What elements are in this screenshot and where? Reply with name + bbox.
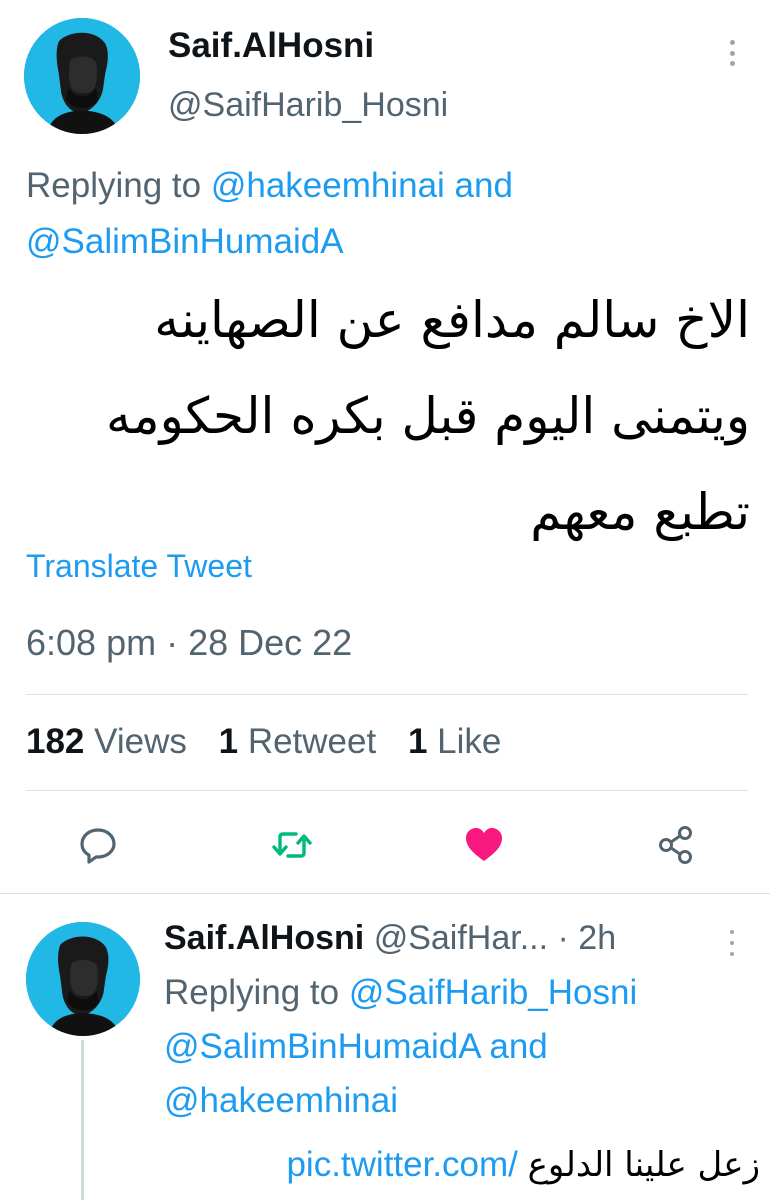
likes-label: Like bbox=[437, 722, 502, 761]
reply-tweet-text: pic.twitter.com/ زعل علينا الدلوع bbox=[150, 1140, 760, 1190]
tweet-timestamp[interactable]: 6:08 pm · 28 Dec 22 bbox=[26, 622, 352, 664]
dot bbox=[729, 61, 735, 66]
views-stat[interactable]: 182 Views bbox=[26, 722, 187, 761]
tweet-text: الاخ سالم مدافع عن الصهاينه ويتمنى اليوم… bbox=[20, 272, 750, 560]
divider bbox=[26, 694, 748, 695]
views-count: 182 bbox=[26, 722, 85, 761]
thread-line bbox=[81, 1040, 84, 1200]
retweet-icon[interactable] bbox=[270, 823, 314, 867]
mention-salimbinhumaida[interactable]: @SalimBinHumaidA bbox=[164, 1027, 480, 1066]
more-options-icon[interactable] bbox=[718, 36, 746, 70]
tweet-detail-page: Saif.AlHosni @SaifHarib_Hosni Replying t… bbox=[0, 0, 770, 1200]
replying-to: Replying to @SaifHarib_Hosni @SalimBinHu… bbox=[164, 966, 754, 1128]
likes-stat[interactable]: 1 Like bbox=[408, 722, 501, 761]
tweet-stats: 182 Views 1 Retweet 1 Like bbox=[26, 722, 523, 762]
tweet-text-line: تطبع معهم bbox=[530, 483, 750, 541]
retweets-stat[interactable]: 1 Retweet bbox=[219, 722, 377, 761]
reply-icon[interactable] bbox=[76, 823, 120, 867]
avatar-image bbox=[26, 922, 140, 1036]
mention-saifharib-hosni[interactable]: @SaifHarib_Hosni bbox=[349, 973, 637, 1012]
reply-arabic-text: زعل علينا الدلوع bbox=[527, 1145, 760, 1185]
reply-time-separator: · bbox=[548, 919, 579, 957]
dot bbox=[730, 941, 734, 945]
tweet-text-line: الاخ سالم مدافع عن الصهاينه bbox=[154, 291, 750, 349]
avatar[interactable] bbox=[26, 922, 140, 1036]
share-icon[interactable] bbox=[654, 823, 698, 867]
likes-count: 1 bbox=[407, 722, 428, 761]
reply-header: Saif.AlHosni @SaifHar... · 2h bbox=[164, 916, 724, 960]
mention-salimbinhumaida[interactable]: @SalimBinHumaidA bbox=[26, 222, 344, 261]
dot bbox=[729, 40, 735, 45]
dot bbox=[729, 50, 735, 56]
pic-link[interactable]: pic.twitter.com/ bbox=[286, 1145, 517, 1184]
like-heart-icon[interactable] bbox=[462, 823, 506, 867]
author-handle[interactable]: @SaifHarib_Hosni bbox=[168, 86, 448, 125]
replying-prefix: Replying to bbox=[26, 166, 211, 205]
translate-tweet-link[interactable]: Translate Tweet bbox=[26, 548, 252, 585]
tweet-text-line: ويتمنى اليوم قبل بكره الحكومه bbox=[106, 387, 750, 445]
views-label: Views bbox=[94, 722, 187, 761]
replying-prefix: Replying to bbox=[164, 973, 349, 1012]
divider bbox=[26, 790, 748, 791]
author-name[interactable]: Saif.AlHosni bbox=[168, 26, 374, 66]
reply-author-handle[interactable]: @SaifHar... bbox=[374, 919, 548, 957]
retweets-count: 1 bbox=[218, 722, 239, 761]
reply-tweet[interactable]: Saif.AlHosni @SaifHar... · 2h Replying t… bbox=[0, 894, 770, 1200]
reply-time[interactable]: 2h bbox=[578, 919, 616, 957]
more-options-icon[interactable] bbox=[722, 928, 742, 958]
mention-hakeemhinai[interactable]: @hakeemhinai bbox=[164, 1081, 398, 1120]
avatar-image bbox=[24, 18, 140, 134]
avatar[interactable] bbox=[24, 18, 140, 134]
dot bbox=[730, 930, 734, 934]
mention-hakeemhinai[interactable]: @hakeemhinai bbox=[211, 166, 445, 205]
replying-to: Replying to @hakeemhinai and @SalimBinHu… bbox=[26, 158, 726, 270]
tweet-actions bbox=[0, 815, 770, 875]
main-tweet: Saif.AlHosni @SaifHarib_Hosni Replying t… bbox=[0, 0, 770, 893]
replying-and: and bbox=[479, 1027, 548, 1066]
reply-author-name[interactable]: Saif.AlHosni bbox=[164, 919, 364, 957]
replying-and: and bbox=[444, 166, 513, 205]
retweets-label: Retweet bbox=[247, 722, 377, 761]
dot bbox=[730, 952, 734, 956]
